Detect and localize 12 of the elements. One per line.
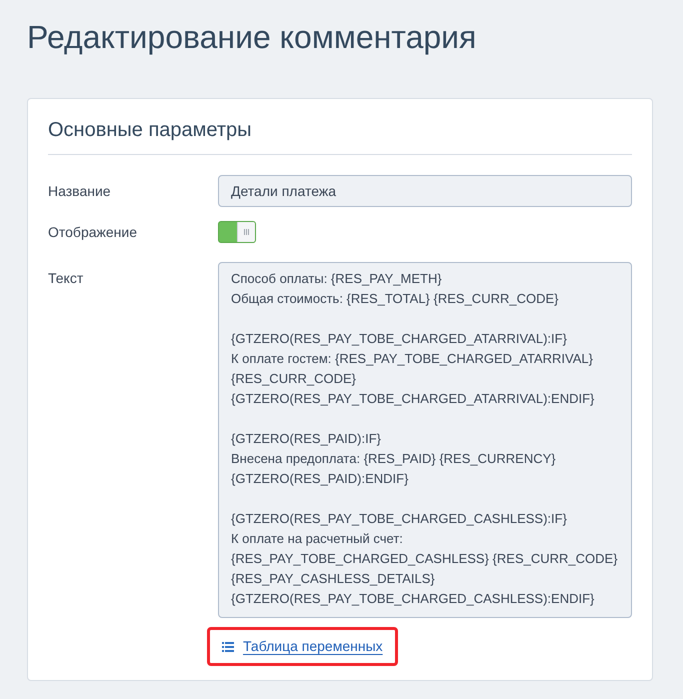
text-area[interactable]: Способ оплаты: {RES_PAY_METH} Общая стоимость: {RES_TOTAL} {RES_CURR_CODE} {GTZERO(RES_PAY_TOBE_CHARGED_ATARRIVAL):IF} К оплате гостем: {RES_PAY_TOBE_CHARGED_ATARRIVAL} {RES_CURR_CODE} {GTZERO(RES_PAY_TOBE_CHARGED_ATARRIVAL):ENDIF} {GTZERO(RES_PAID):IF} Внесена предоплата: {RES_PAID} {RES_CURRENCY} {GTZERO(RES_PAID):ENDIF} {GTZERO(RES_PAY_TOBE_CHARGED_CASHLESS):IF} К оплате на расчетный счет: {RES_PAY_TOBE_CHARGED_CASHLESS} {RES_CURR_CODE} {RES_PAY_CASHLESS_DETAILS} {GTZERO(RES_PAY_TOBE_CHARGED_CASHLESS):ENDIF}	[218, 262, 632, 618]
field-label: Название	[48, 182, 112, 200]
variables-table-link[interactable]: Таблица переменных	[243, 636, 383, 657]
page-title: Редактирование комментария	[27, 18, 478, 57]
list-icon	[222, 642, 234, 652]
field-label: Отображение	[48, 222, 138, 242]
toggle-thumb[interactable]	[237, 222, 255, 242]
field-label: Текст	[48, 269, 84, 288]
name-field[interactable]: Детали платежа	[218, 175, 632, 207]
card-title: Основные параметры	[48, 117, 632, 155]
grip-icon	[244, 229, 249, 235]
display-toggle[interactable]	[218, 221, 256, 243]
